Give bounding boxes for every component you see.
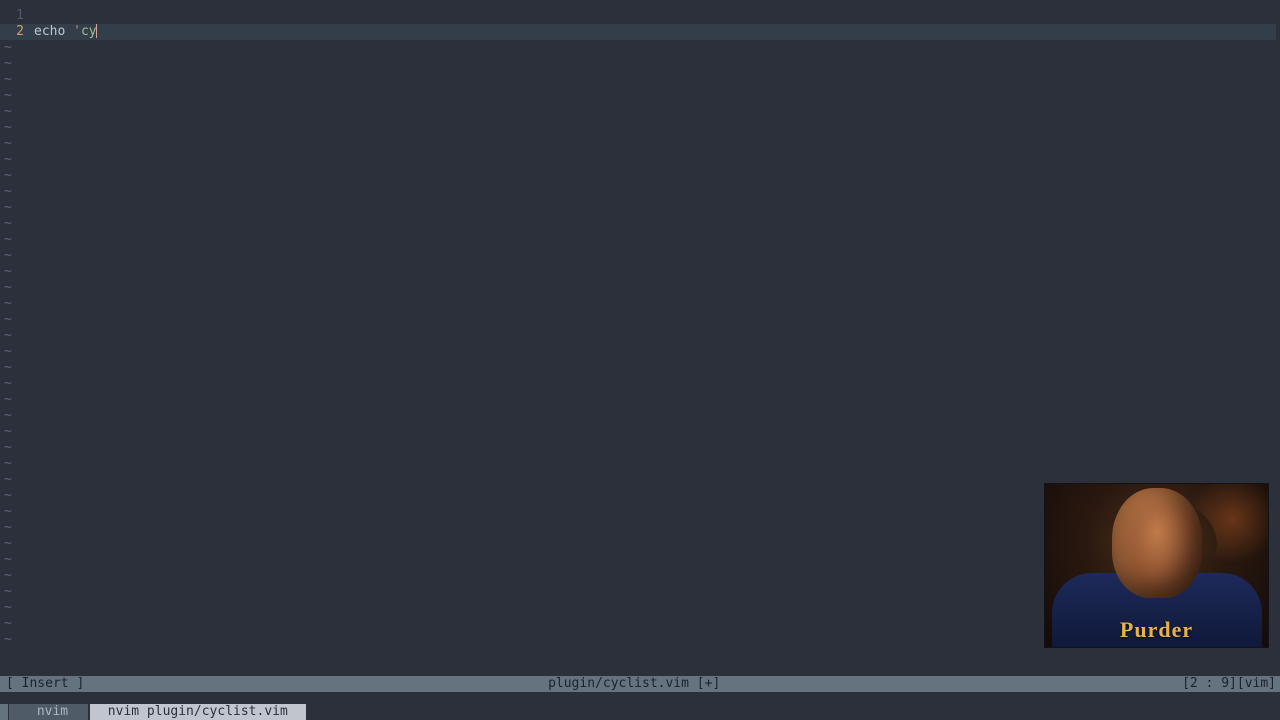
vim-mode-indicator: [ Insert ] — [0, 676, 90, 692]
empty-line-tilde: ~ — [0, 472, 12, 488]
tmux-window-inactive[interactable]: nvim — [17, 704, 88, 720]
empty-line-tilde: ~ — [0, 520, 12, 536]
empty-line-tilde: ~ — [0, 312, 12, 328]
tmux-status-bar[interactable]: nvim nvim plugin/cyclist.vim — [0, 704, 1280, 720]
empty-line-tilde: ~ — [0, 616, 12, 632]
empty-line-tilde: ~ — [0, 168, 12, 184]
empty-line-tilde: ~ — [0, 408, 12, 424]
empty-line-tilde: ~ — [0, 232, 12, 248]
empty-line-tilde: ~ — [0, 200, 12, 216]
empty-line-tilde: ~ — [0, 264, 12, 280]
empty-line-tilde: ~ — [0, 88, 12, 104]
empty-line-tilde: ~ — [0, 56, 12, 72]
empty-line-tilde: ~ — [0, 328, 12, 344]
line-number: 1 — [0, 8, 28, 24]
empty-line-tilde: ~ — [0, 568, 12, 584]
empty-line-tilde: ~ — [0, 184, 12, 200]
line-number-current: 2 — [0, 24, 28, 40]
vim-cursor-position: [2 : 9][vim] — [1178, 676, 1280, 692]
tmux-session-indicator — [9, 704, 17, 720]
code-line-current[interactable]: echo 'cy — [34, 24, 1280, 40]
empty-line-tilde: ~ — [0, 136, 12, 152]
empty-line-tilde: ~ — [0, 440, 12, 456]
empty-line-tilde: ~ — [0, 104, 12, 120]
empty-line-tilde: ~ — [0, 40, 12, 56]
tmux-session-indicator — [0, 704, 8, 720]
empty-line-tilde: ~ — [0, 504, 12, 520]
empty-line-tilde: ~ — [0, 536, 12, 552]
webcam-overlay: Purder — [1045, 484, 1268, 647]
empty-line-tilde: ~ — [0, 488, 12, 504]
empty-line-tilde: ~ — [0, 248, 12, 264]
webcam-shirt-text: Purder — [1120, 617, 1193, 643]
empty-line-tilde: ~ — [0, 376, 12, 392]
insert-cursor — [96, 24, 98, 38]
empty-line-tilde: ~ — [0, 552, 12, 568]
empty-line-tilde: ~ — [0, 344, 12, 360]
vim-file-name: plugin/cyclist.vim [+] — [90, 676, 1178, 692]
empty-line-tilde: ~ — [0, 600, 12, 616]
tmux-window-active[interactable]: nvim plugin/cyclist.vim — [90, 704, 306, 720]
empty-line-tilde: ~ — [0, 392, 12, 408]
empty-line-tilde: ~ — [0, 120, 12, 136]
empty-line-tilde: ~ — [0, 216, 12, 232]
empty-line-tilde: ~ — [0, 456, 12, 472]
empty-line-tilde: ~ — [0, 152, 12, 168]
string-literal: cy — [81, 24, 97, 39]
empty-line-tilde: ~ — [0, 360, 12, 376]
vim-command: echo — [34, 24, 73, 39]
empty-line-tilde: ~ — [0, 280, 12, 296]
empty-line-tilde: ~ — [0, 584, 12, 600]
string-quote: ' — [73, 24, 81, 39]
empty-line-tilde: ~ — [0, 296, 12, 312]
empty-line-tildes: ~~~~~~~~~~~~~~~~~~~~~~~~~~~~~~~~~~~~~~ — [0, 40, 12, 676]
empty-line-tilde: ~ — [0, 424, 12, 440]
vim-statusline: [ Insert ] plugin/cyclist.vim [+] [2 : 9… — [0, 676, 1280, 692]
code-line[interactable] — [34, 8, 1280, 24]
empty-line-tilde: ~ — [0, 632, 12, 648]
empty-line-tilde: ~ — [0, 72, 12, 88]
